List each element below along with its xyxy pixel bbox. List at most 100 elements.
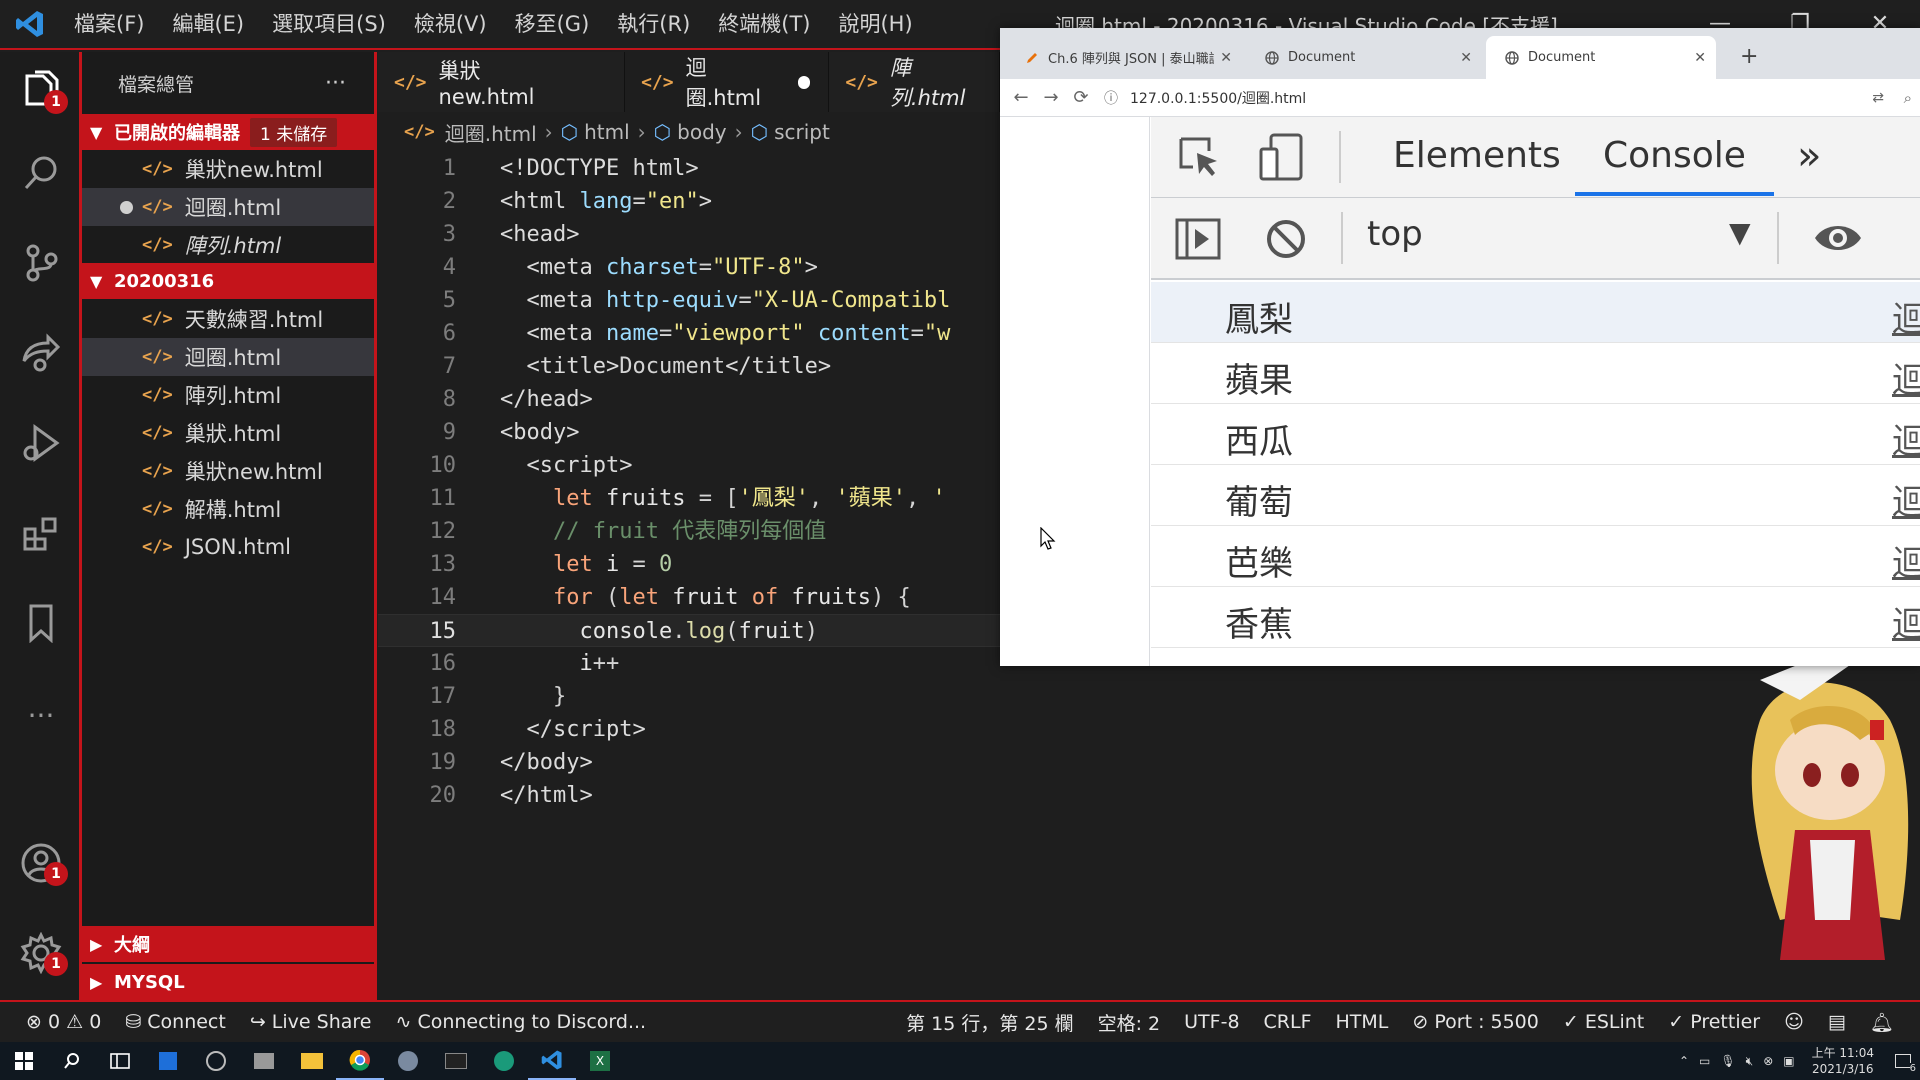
network-icon[interactable]: ▭ bbox=[1699, 1054, 1710, 1068]
open-editor-item[interactable]: </> 陣列.html bbox=[82, 226, 374, 264]
code-line[interactable]: 16 i++ bbox=[378, 647, 1000, 680]
close-tab-icon[interactable]: ✕ bbox=[1694, 50, 1706, 66]
console-source-link[interactable]: 迴圈 bbox=[1892, 658, 1920, 666]
line-ending[interactable]: CRLF bbox=[1252, 1002, 1324, 1042]
bookmarks-icon[interactable] bbox=[0, 592, 82, 654]
editor-tab[interactable]: </> 迴圈.html bbox=[625, 52, 830, 112]
live-share-icon[interactable] bbox=[0, 322, 82, 384]
prettier-item[interactable]: ✓ Prettier bbox=[1656, 1002, 1772, 1042]
console-source-link[interactable]: 迴圈 bbox=[1892, 353, 1920, 402]
menu-item[interactable]: 檢視(V) bbox=[400, 0, 501, 49]
breadcrumb-item[interactable]: 迴圈.html bbox=[445, 118, 537, 147]
folder-file-item[interactable]: </> 巢狀new.html bbox=[82, 452, 374, 490]
folder-file-item[interactable]: </> 巢狀.html bbox=[82, 414, 374, 452]
vscode-logo-icon[interactable] bbox=[0, 0, 60, 49]
console-source-link[interactable]: 迴圈 bbox=[1892, 475, 1920, 524]
taskbar-app-icon[interactable] bbox=[240, 1042, 288, 1080]
task-view-icon[interactable] bbox=[96, 1042, 144, 1080]
outline-header[interactable]: ▶ 大綱 bbox=[82, 926, 374, 962]
tray-app-icon[interactable]: ⊗ bbox=[1763, 1054, 1773, 1068]
console-log-row[interactable]: 蘋果 迴圈 bbox=[1151, 343, 1920, 404]
code-line[interactable]: 18 </script> bbox=[378, 713, 1000, 746]
microphone-icon[interactable]: 🎙︎ bbox=[1720, 1054, 1735, 1068]
menu-item[interactable]: 檔案(F) bbox=[60, 0, 158, 49]
context-dropdown-icon[interactable]: ▼ bbox=[1729, 216, 1751, 249]
file-icon[interactable]: ▤ bbox=[1816, 1002, 1858, 1042]
menu-item[interactable]: 編輯(E) bbox=[158, 0, 258, 49]
cursor-position[interactable]: 第 15 行，第 25 欄 bbox=[894, 1002, 1086, 1042]
explorer-icon[interactable]: 1 bbox=[0, 60, 82, 122]
folder-header[interactable]: ▼ 20200316 bbox=[82, 263, 374, 299]
encoding[interactable]: UTF-8 bbox=[1172, 1002, 1251, 1042]
console-log-row[interactable]: 鳳梨 迴圈 bbox=[1151, 282, 1920, 343]
context-select[interactable]: top bbox=[1367, 214, 1423, 254]
explorer-more-icon[interactable]: ··· bbox=[325, 71, 346, 96]
site-info-icon[interactable]: ⓘ bbox=[1104, 88, 1118, 108]
forward-arrow-icon[interactable]: → bbox=[1036, 87, 1066, 108]
code-line[interactable]: 20 </html> bbox=[378, 779, 1000, 812]
new-tab-button[interactable]: + bbox=[1740, 44, 1758, 69]
vscode-taskbar-icon[interactable] bbox=[528, 1042, 576, 1080]
console-log-row[interactable]: 香蕉 迴圈 bbox=[1151, 587, 1920, 648]
mysql-header[interactable]: ▶ MYSQL bbox=[82, 964, 374, 1000]
action-center-icon[interactable]: 6 bbox=[1886, 1042, 1920, 1080]
code-editor[interactable]: 1 <!DOCTYPE html> 2 <html lang="en"> 3 <head>… bbox=[378, 152, 1000, 1000]
zoom-icon[interactable]: ⌕ bbox=[1904, 89, 1912, 107]
menu-item[interactable]: 執行(R) bbox=[603, 0, 704, 49]
close-tab-icon[interactable]: ✕ bbox=[1460, 50, 1472, 66]
excel-icon[interactable]: X bbox=[576, 1042, 624, 1080]
tab-elements[interactable]: Elements bbox=[1393, 117, 1561, 196]
taskbar-app-icon[interactable] bbox=[192, 1042, 240, 1080]
menu-item[interactable]: 選取項目(S) bbox=[258, 0, 400, 49]
open-editors-header[interactable]: ▼ 已開啟的編輯器 1 未儲存 bbox=[82, 114, 374, 150]
console-source-link[interactable]: 迴圈 bbox=[1892, 292, 1920, 341]
clear-console-icon[interactable] bbox=[1265, 218, 1307, 264]
notifications-bell-icon[interactable]: 🔔︎ bbox=[1858, 1002, 1920, 1042]
extensions-icon[interactable] bbox=[0, 502, 82, 564]
code-line[interactable]: 14 for (let fruit of fruits) { bbox=[378, 581, 1000, 614]
editor-tab[interactable]: </> 陣列.html bbox=[829, 52, 1000, 112]
folder-file-item[interactable]: </> 解構.html bbox=[82, 490, 374, 528]
back-arrow-icon[interactable]: ← bbox=[1006, 87, 1036, 108]
code-line[interactable]: 10 <script> bbox=[378, 449, 1000, 482]
taskbar-app-icon[interactable] bbox=[144, 1042, 192, 1080]
console-log-row[interactable]: 芒果 迴圈 bbox=[1151, 648, 1920, 666]
accounts-icon[interactable]: 1 bbox=[0, 832, 82, 894]
menu-item[interactable]: 移至(G) bbox=[501, 0, 604, 49]
console-source-link[interactable]: 迴圈 bbox=[1892, 414, 1920, 463]
file-explorer-icon[interactable] bbox=[288, 1042, 336, 1080]
terminal-icon[interactable] bbox=[432, 1042, 480, 1080]
console-source-link[interactable]: 迴圈 bbox=[1892, 536, 1920, 585]
live-expression-eye-icon[interactable] bbox=[1813, 220, 1863, 260]
taskbar-app-icon[interactable] bbox=[480, 1042, 528, 1080]
unsaved-dot-icon[interactable] bbox=[798, 75, 811, 89]
code-line[interactable]: 1 <!DOCTYPE html> bbox=[378, 152, 1000, 185]
breadcrumb-item[interactable]: script bbox=[774, 120, 830, 144]
feedback-icon[interactable]: ☺ bbox=[1772, 1002, 1816, 1042]
problems-indicator[interactable]: ⊗ 0 ⚠ 0 bbox=[0, 1002, 113, 1042]
device-toolbar-icon[interactable] bbox=[1259, 133, 1305, 185]
sidebar-toggle-icon[interactable] bbox=[1175, 218, 1221, 264]
open-editor-item[interactable]: </> 巢狀new.html bbox=[82, 150, 374, 188]
open-editor-item[interactable]: </> 迴圈.html bbox=[82, 188, 374, 226]
code-line[interactable]: 11 let fruits = ['鳳梨', '蘋果', ' bbox=[378, 482, 1000, 515]
live-server-port[interactable]: ⊘ Port : 5500 bbox=[1400, 1002, 1550, 1042]
browser-tab[interactable]: Document ✕ bbox=[1246, 36, 1482, 79]
folder-file-item[interactable]: </> 迴圈.html bbox=[82, 338, 374, 376]
menu-item[interactable]: 終端機(T) bbox=[704, 0, 824, 49]
taskbar-app-icon[interactable] bbox=[384, 1042, 432, 1080]
console-log-row[interactable]: 葡萄 迴圈 bbox=[1151, 465, 1920, 526]
inspect-element-icon[interactable] bbox=[1177, 135, 1221, 183]
live-share-item[interactable]: ↪ Live Share bbox=[238, 1002, 384, 1042]
settings-gear-icon[interactable]: 1 bbox=[0, 922, 82, 984]
more-tabs-icon[interactable]: » bbox=[1797, 117, 1821, 196]
url-input[interactable]: 127.0.0.1:5500/迴圈.html bbox=[1130, 88, 1306, 108]
code-line[interactable]: 8 </head> bbox=[378, 383, 1000, 416]
volume-mute-icon[interactable]: 🔇︎ bbox=[1746, 1054, 1754, 1069]
connect-item[interactable]: ⛁ Connect bbox=[113, 1002, 238, 1042]
discord-item[interactable]: ∿ Connecting to Discord... bbox=[383, 1002, 658, 1042]
folder-file-item[interactable]: </> 陣列.html bbox=[82, 376, 374, 414]
more-icon[interactable]: ··· bbox=[0, 684, 82, 746]
indentation[interactable]: 空格: 2 bbox=[1086, 1002, 1173, 1042]
windows-start-icon[interactable] bbox=[0, 1042, 48, 1080]
